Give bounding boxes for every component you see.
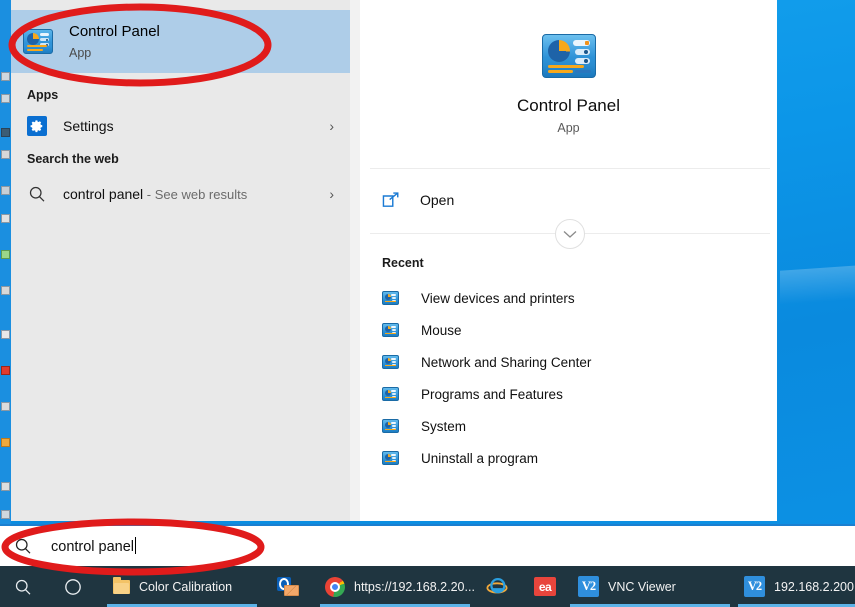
- preview-recent-header: Recent: [382, 256, 424, 270]
- desktop-icon: [1, 330, 10, 339]
- preview-subtitle: App: [557, 120, 580, 135]
- recent-item-label: Programs and Features: [421, 386, 563, 402]
- desktop-icon: [1, 510, 10, 519]
- taskbar-item-internet-explorer[interactable]: [486, 566, 508, 607]
- ea-icon: ea: [534, 577, 556, 596]
- taskbar-item-chrome[interactable]: https://192.168.2.20...: [325, 566, 475, 607]
- control-panel-icon: [382, 323, 399, 337]
- desktop-icon: [1, 150, 10, 159]
- recent-item-label: Mouse: [421, 322, 462, 338]
- section-header-apps: Apps: [27, 88, 59, 102]
- best-match-subtitle: App: [69, 45, 92, 60]
- open-external-icon: [382, 191, 399, 207]
- taskbar-item-vnc-viewer[interactable]: V2 VNC Viewer: [578, 566, 676, 607]
- search-icon: [15, 538, 31, 554]
- internet-explorer-icon: [486, 578, 508, 594]
- search-icon: [29, 186, 45, 202]
- search-icon: [15, 579, 31, 595]
- search-results-left-column: Control Panel App Apps Settings › Search…: [11, 0, 350, 521]
- start-menu-search-results: Control Panel App Apps Settings › Search…: [11, 0, 777, 521]
- search-input-wrapper[interactable]: control panel: [51, 537, 137, 555]
- circle-icon: [65, 578, 81, 595]
- taskbar-search-box[interactable]: control panel: [0, 524, 855, 566]
- search-result-settings-label: Settings: [63, 118, 114, 134]
- control-panel-icon: [382, 451, 399, 465]
- taskbar-item-label: https://192.168.2.20...: [354, 579, 475, 594]
- preview-recent-list: View devices and printers Mouse Network …: [360, 282, 777, 474]
- desktop-icon: [1, 402, 10, 411]
- vnc-icon: V2: [578, 576, 599, 597]
- recent-item-label: Network and Sharing Center: [421, 354, 592, 370]
- recent-item[interactable]: View devices and printers: [360, 282, 777, 314]
- preview-title: Control Panel: [516, 95, 620, 115]
- recent-item[interactable]: Uninstall a program: [360, 442, 777, 474]
- desktop-icon: [1, 366, 10, 375]
- recent-item[interactable]: Mouse: [360, 314, 777, 346]
- taskbar-item-outlook[interactable]: [277, 566, 299, 607]
- taskbar-item-label: VNC Viewer: [608, 579, 676, 594]
- outlook-icon: [277, 576, 299, 597]
- web-query-text: control panel: [63, 186, 144, 202]
- text-caret: [135, 537, 137, 554]
- control-panel-icon: [382, 355, 399, 369]
- best-match-control-panel[interactable]: Control Panel App: [11, 10, 350, 73]
- taskbar-item-label: Color Calibration: [139, 579, 233, 594]
- taskbar-item-color-calibration[interactable]: Color Calibration: [113, 566, 232, 607]
- desktop-icon: [1, 482, 10, 491]
- desktop-icon: [1, 214, 10, 223]
- search-input[interactable]: control panel: [51, 539, 134, 555]
- search-result-web-control-panel[interactable]: control panel - See web results ›: [11, 175, 350, 213]
- desktop-icon: [1, 72, 10, 81]
- web-query-suffix: - See web results: [143, 187, 248, 202]
- vnc-icon: V2: [744, 576, 765, 597]
- recent-item[interactable]: Programs and Features: [360, 378, 777, 410]
- preview-expander-button[interactable]: [555, 219, 585, 249]
- section-header-search-the-web: Search the web: [27, 152, 119, 166]
- settings-gear-icon: [27, 116, 47, 136]
- desktop-icon: [1, 186, 10, 195]
- control-panel-icon: [382, 291, 399, 305]
- preview-hero: Control Panel App: [360, 0, 777, 168]
- desktop-icon: [1, 250, 10, 259]
- recent-item-label: System: [421, 418, 467, 434]
- search-preview-pane: Control Panel App Open Recent View devic…: [360, 0, 777, 521]
- recent-item-label: Uninstall a program: [421, 450, 539, 466]
- search-result-web-label: control panel - See web results: [63, 186, 247, 202]
- control-panel-icon: [382, 387, 399, 401]
- panel-gutter: [350, 0, 360, 521]
- control-panel-icon: [541, 33, 596, 78]
- control-panel-icon: [23, 29, 53, 54]
- taskbar: Color Calibration https://192.168.2.20..…: [0, 566, 855, 607]
- recent-item-label: View devices and printers: [421, 290, 575, 306]
- chrome-icon: [325, 576, 345, 597]
- taskbar-item-ea[interactable]: ea: [534, 566, 556, 607]
- preview-open-label: Open: [420, 191, 455, 208]
- desktop-icon: [1, 438, 10, 447]
- desktop-icon: [1, 94, 10, 103]
- taskbar-item-vnc-session[interactable]: V2 192.168.2.200:90: [744, 566, 855, 607]
- search-result-settings[interactable]: Settings ›: [11, 107, 350, 145]
- taskbar-cortana-button[interactable]: [63, 566, 83, 607]
- chevron-right-icon[interactable]: ›: [329, 118, 334, 134]
- background-window-strip[interactable]: [0, 0, 11, 562]
- ea-icon-label: ea: [538, 579, 552, 594]
- desktop-icon: [1, 286, 10, 295]
- screen: Control Panel App Apps Settings › Search…: [0, 0, 855, 607]
- recent-item[interactable]: System: [360, 410, 777, 442]
- recent-item[interactable]: Network and Sharing Center: [360, 346, 777, 378]
- control-panel-icon: [382, 419, 399, 433]
- best-match-title: Control Panel: [69, 22, 160, 40]
- wallpaper-sheen: [780, 265, 855, 305]
- chevron-down-icon: [563, 230, 577, 238]
- folder-icon: [113, 576, 130, 594]
- desktop-icon: [1, 128, 10, 137]
- chevron-right-icon[interactable]: ›: [329, 186, 334, 202]
- taskbar-item-label: 192.168.2.200:90: [774, 579, 855, 594]
- taskbar-search-button[interactable]: [13, 566, 33, 607]
